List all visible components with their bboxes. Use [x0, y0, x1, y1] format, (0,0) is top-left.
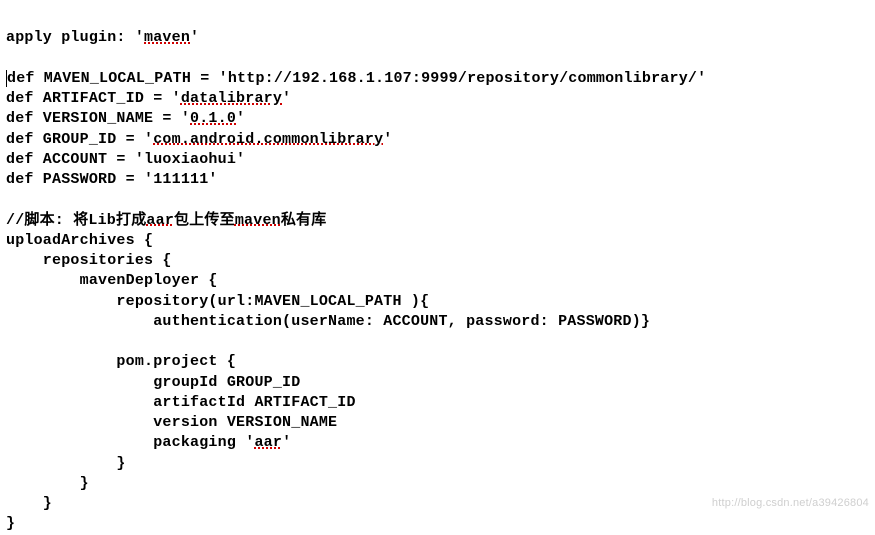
code-line: def ARTIFACT_ID = 'datalibrary': [6, 90, 291, 107]
spell-error: 0.1.0: [190, 110, 236, 127]
code-line: groupId GROUP_ID: [6, 374, 300, 391]
spell-error: aar: [146, 212, 174, 229]
spell-error: aar: [254, 434, 282, 451]
code-line: def MAVEN_LOCAL_PATH = 'http://192.168.1…: [6, 70, 706, 87]
code-line: def ACCOUNT = 'luoxiaohui': [6, 151, 245, 168]
code-line: def VERSION_NAME = '0.1.0': [6, 110, 245, 127]
code-line: pom.project {: [6, 353, 236, 370]
code-line: apply plugin: 'maven': [6, 29, 199, 46]
code-line: packaging 'aar': [6, 434, 291, 451]
code-line: def GROUP_ID = 'com.android.commonlibrar…: [6, 131, 392, 148]
watermark-text: http://blog.csdn.net/a39426804: [712, 496, 869, 511]
code-editor-content: apply plugin: 'maven' def MAVEN_LOCAL_PA…: [6, 8, 869, 535]
spell-error: maven: [144, 29, 190, 46]
code-line: }: [6, 515, 15, 532]
code-line: //脚本: 将Lib打成aar包上传至maven私有库: [6, 212, 326, 229]
code-line: artifactId ARTIFACT_ID: [6, 394, 356, 411]
code-line: }: [6, 475, 89, 492]
spell-error: datalibrary: [181, 90, 282, 107]
code-line: repository(url:MAVEN_LOCAL_PATH ){: [6, 293, 429, 310]
spell-error: com.android.commonlibrary: [153, 131, 383, 148]
code-line: repositories {: [6, 252, 172, 269]
spell-error: maven: [235, 212, 281, 229]
code-line: }: [6, 495, 52, 512]
code-line: version VERSION_NAME: [6, 414, 337, 431]
code-line: }: [6, 455, 126, 472]
code-line: mavenDeployer {: [6, 272, 218, 289]
code-line: authentication(userName: ACCOUNT, passwo…: [6, 313, 650, 330]
code-line: uploadArchives {: [6, 232, 153, 249]
code-line: def PASSWORD = '111111': [6, 171, 218, 188]
